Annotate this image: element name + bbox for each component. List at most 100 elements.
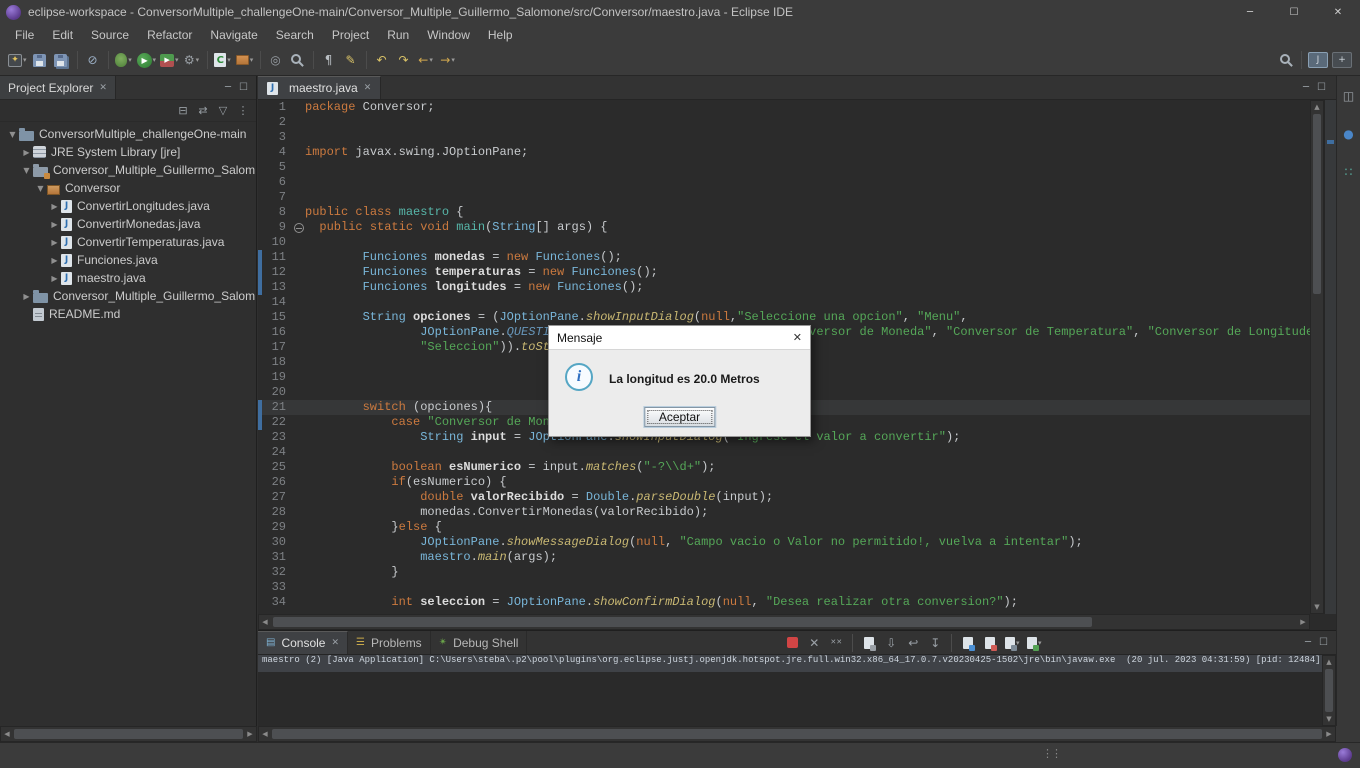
menu-help[interactable]: Help [479,26,522,44]
view-menu-button[interactable]: ⋮ [234,102,252,120]
project-explorer-tab[interactable]: Project Explorer ✕ [0,76,116,99]
tree-item-conversormultiple-challengeone-main[interactable]: ▼ ConversorMultiple_challengeOne-main [0,125,256,143]
debug-button[interactable]: ▾ [113,48,135,72]
tree-item-conversor[interactable]: ▼ Conversor [0,179,256,197]
minimize-console-icon[interactable]: ─ [1305,637,1311,648]
remove-all-terminated-button[interactable]: ✕✕ [826,633,846,653]
overview-ruler[interactable] [1324,100,1336,614]
restore-minimized-view-button[interactable]: ◫ [1338,84,1360,108]
save-all-button[interactable] [51,48,73,72]
console-output[interactable]: maestro (2) [Java Application] C:\Users\… [258,655,1322,726]
scrollbar-thumb[interactable] [1313,114,1321,294]
twisty-icon[interactable]: ▶ [48,238,61,247]
tree-item-readme-md[interactable]: README.md [0,305,256,323]
scroll-right-icon[interactable]: ▶ [244,727,256,741]
tab-problems[interactable]: ☰ Problems [348,631,431,654]
word-wrap-button[interactable]: ↩ [903,633,923,653]
close-window-button[interactable]: ✕ [1316,0,1360,24]
next-edit-location-button[interactable]: ↷ [393,48,415,72]
scrollbar-thumb[interactable] [1325,669,1333,712]
twisty-icon[interactable]: ▶ [48,202,61,211]
twisty-icon[interactable]: ▶ [48,220,61,229]
terminate-button[interactable] [782,633,802,653]
scrollbar-thumb[interactable] [273,617,1092,627]
scroll-up-icon[interactable]: ▲ [1311,101,1323,113]
forward-button[interactable]: → ▾ [437,48,459,72]
twisty-icon[interactable]: ▼ [6,130,19,139]
twisty-icon[interactable]: ▶ [20,148,33,157]
tree-item-convertirmonedas-java[interactable]: ▶ J ConvertirMonedas.java [0,215,256,233]
close-editor-tab-icon[interactable]: ✕ [364,83,372,93]
collapse-all-button[interactable]: ⊟ [174,102,192,120]
remove-launch-button[interactable]: ✕ [804,633,824,653]
quick-search-button[interactable] [1275,48,1297,72]
open-type-button[interactable]: ◎ [265,48,287,72]
menu-project[interactable]: Project [323,26,378,44]
format-annotate-button[interactable]: ✎ [340,48,362,72]
status-trim-handle[interactable]: ⋮⋮ [1042,747,1062,760]
show-stdout-button[interactable] [958,633,978,653]
tree-item-conversor-multiple-guillermo-salom[interactable]: ▶ Conversor_Multiple_Guillermo_Salom [0,287,256,305]
scroll-left-icon[interactable]: ◀ [1,727,13,741]
open-perspective-button[interactable]: + [1330,48,1354,72]
close-tab-icon[interactable]: ✕ [331,638,339,648]
scroll-lock-button[interactable]: ⇩ [881,633,901,653]
project-tree[interactable]: ▼ ConversorMultiple_challengeOne-main ▶ JRE… [0,122,256,323]
sidebar-horizontal-scrollbar[interactable]: ◀ ▶ [0,726,257,742]
menu-file[interactable]: File [6,26,43,44]
aceptar-button[interactable]: Aceptar [643,407,716,427]
editor-vertical-scrollbar[interactable]: ▲ ▼ [1310,100,1324,614]
pin-console-button[interactable]: ↧ [925,633,945,653]
scroll-right-icon[interactable]: ▶ [1297,615,1309,629]
filter-button[interactable]: ▽ [214,102,232,120]
fold-marker-icon[interactable] [292,220,305,235]
console-horizontal-scrollbar[interactable]: ◀ ▶ [258,726,1336,742]
minimized-snippets-view-button[interactable]: ∷ [1338,160,1360,184]
maximize-window-button[interactable]: ☐ [1272,0,1316,24]
close-view-icon[interactable]: ✕ [99,83,107,93]
minimize-window-button[interactable]: ─ [1228,0,1272,24]
link-with-editor-button[interactable]: ⇄ [194,102,212,120]
new-java-package-button[interactable]: ▾ [234,48,256,72]
twisty-icon[interactable]: ▼ [20,166,33,175]
maximize-editor-icon[interactable]: ☐ [1317,82,1326,93]
menu-navigate[interactable]: Navigate [201,26,266,44]
minimize-view-icon[interactable]: ─ [225,82,231,93]
menu-search[interactable]: Search [267,26,323,44]
twisty-icon[interactable]: ▶ [48,274,61,283]
twisty-icon[interactable]: ▶ [20,292,33,301]
last-edit-location-button[interactable]: ↶ [371,48,393,72]
maximize-view-icon[interactable]: ☐ [239,82,248,93]
tree-item-maestro-java[interactable]: ▶ Jmaestro.java [0,269,256,287]
dialog-title-bar[interactable]: Mensaje ✕ [549,326,810,350]
scroll-right-icon[interactable]: ▶ [1323,727,1335,741]
tree-item-jre-system-library-jre-[interactable]: ▶ JRE System Library [jre] [0,143,256,161]
scroll-left-icon[interactable]: ◀ [259,615,271,629]
scroll-down-icon[interactable]: ▼ [1311,601,1323,613]
editor-tab-maestro-java[interactable]: J maestro.java ✕ [258,76,382,99]
console-vertical-scrollbar[interactable]: ▲ ▼ [1322,655,1336,726]
tree-item-convertirtemperaturas-java[interactable]: ▶ J ConvertirTemperaturas.java [0,233,256,251]
show-stderr-button[interactable] [980,633,1000,653]
java-perspective-button[interactable]: J [1306,48,1330,72]
menu-run[interactable]: Run [378,26,418,44]
clear-console-button[interactable] [859,633,879,653]
twisty-icon[interactable]: ▶ [48,256,61,265]
maximize-console-icon[interactable]: ☐ [1319,637,1328,648]
menu-source[interactable]: Source [82,26,138,44]
open-console-button[interactable]: ▾ [1024,633,1044,653]
menu-refactor[interactable]: Refactor [138,26,201,44]
scroll-up-icon[interactable]: ▲ [1323,656,1335,668]
scrollbar-thumb[interactable] [272,729,1322,739]
scroll-down-icon[interactable]: ▼ [1323,713,1335,725]
tree-item-funciones-java[interactable]: ▶ J Funciones.java [0,251,256,269]
tab-console[interactable]: ▤ Console ✕ [258,631,349,654]
tree-item-convertirlongitudes-java[interactable]: ▶ J ConvertirLongitudes.java [0,197,256,215]
scrollbar-thumb[interactable] [14,729,243,739]
tree-item-conversor-multiple-guillermo-salom[interactable]: ▼ Conversor_Multiple_Guillermo_Salom [0,161,256,179]
scroll-left-icon[interactable]: ◀ [259,727,271,741]
run-button[interactable]: ▶ ▾ [135,48,159,72]
dialog-close-icon[interactable]: ✕ [793,331,802,344]
tab-debug-shell[interactable]: ✴ Debug Shell [431,631,528,654]
save-button[interactable] [29,48,51,72]
